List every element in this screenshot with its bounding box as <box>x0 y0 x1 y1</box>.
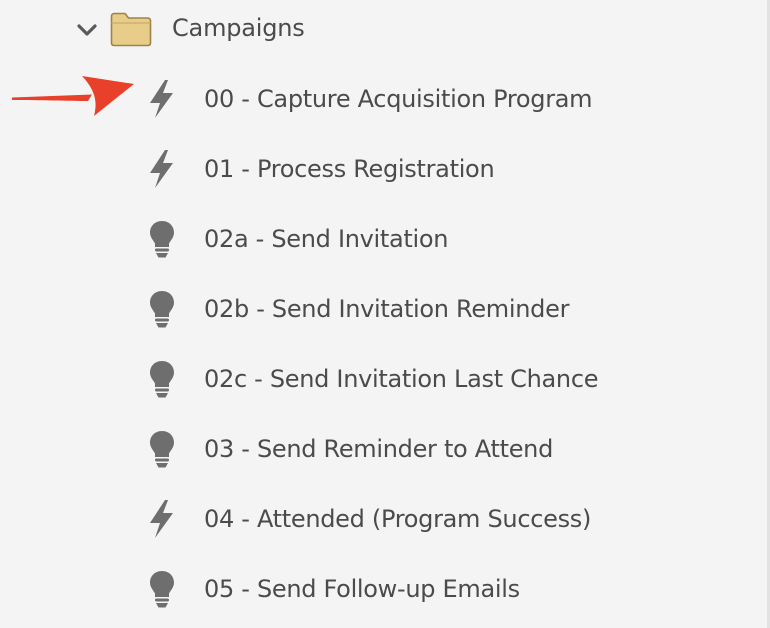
tree-item-label: 02c - Send Invitation Last Chance <box>204 365 599 393</box>
tree-item-campaign[interactable]: 03 - Send Reminder to Attend <box>130 419 766 479</box>
tree-item-label: 02a - Send Invitation <box>204 225 449 253</box>
tree-item-campaign[interactable]: 04 - Attended (Program Success) <box>130 489 766 549</box>
tree-item-label: 01 - Process Registration <box>204 155 495 183</box>
tree-item-campaign[interactable]: 02c - Send Invitation Last Chance <box>130 349 766 409</box>
tree-item-label: 03 - Send Reminder to Attend <box>204 435 553 463</box>
lightbulb-icon <box>144 569 180 609</box>
tree-item-label: 02b - Send Invitation Reminder <box>204 295 570 323</box>
lightbulb-icon <box>144 429 180 469</box>
tree-folder-campaigns[interactable]: Campaigns <box>0 0 766 58</box>
tree-item-label: 00 - Capture Acquisition Program <box>204 85 593 113</box>
tree-item-campaign[interactable]: 00 - Capture Acquisition Program <box>130 69 766 129</box>
red-arrow-icon <box>10 70 138 122</box>
folder-icon <box>109 10 153 48</box>
tree-item-label: 05 - Send Follow-up Emails <box>204 575 520 603</box>
tree-item-campaign[interactable]: 05 - Send Follow-up Emails <box>130 559 766 619</box>
folder-label: Campaigns <box>172 14 305 42</box>
tree-item-campaign[interactable]: 02a - Send Invitation <box>130 209 766 269</box>
lightbulb-icon <box>144 289 180 329</box>
lightning-bolt-icon <box>144 149 180 189</box>
lightbulb-icon <box>144 219 180 259</box>
lightning-bolt-icon <box>144 79 180 119</box>
lightning-bolt-icon <box>144 499 180 539</box>
tree-item-label: 04 - Attended (Program Success) <box>204 505 592 533</box>
tree-item-campaign[interactable]: 01 - Process Registration <box>130 139 766 199</box>
tree-item-campaign[interactable]: 02b - Send Invitation Reminder <box>130 279 766 339</box>
lightbulb-icon <box>144 359 180 399</box>
campaign-tree-panel: Campaigns 00 - Capture Acquisition Progr… <box>0 0 770 628</box>
chevron-down-icon[interactable] <box>74 17 100 43</box>
